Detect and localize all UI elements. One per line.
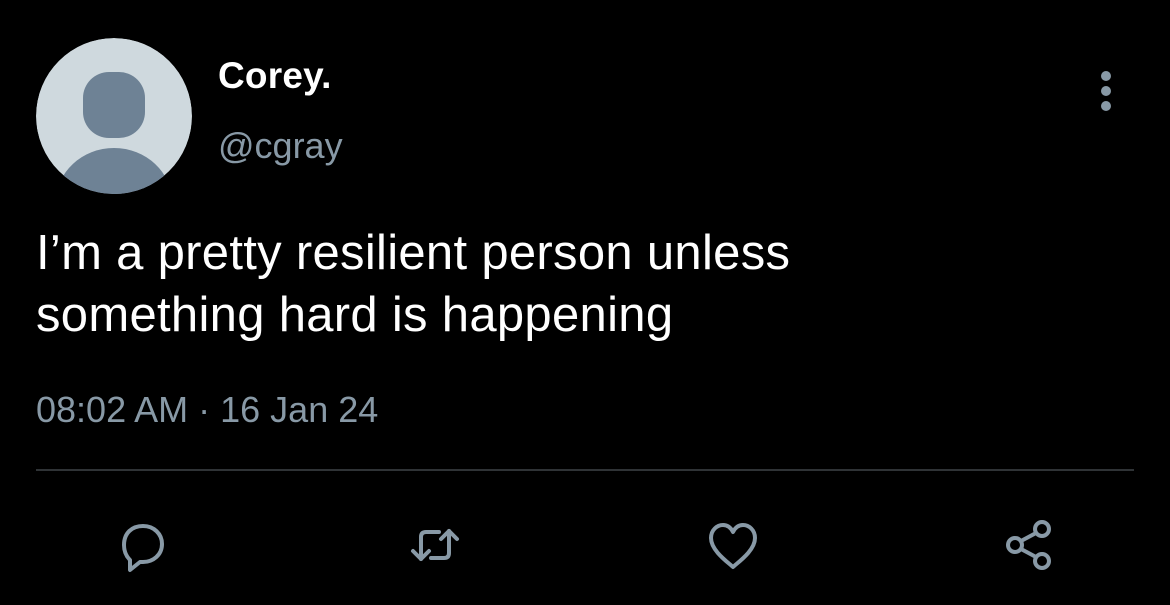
retweet-icon [411,529,459,561]
more-options-button[interactable] [1088,66,1124,116]
default-avatar-icon [36,38,192,194]
author-display-name[interactable]: Corey. [218,54,332,98]
like-button[interactable] [698,510,768,580]
action-bar [0,510,1170,580]
retweet-button[interactable] [400,510,470,580]
tweet-time: 08:02 AM [36,389,189,430]
tweet-card: Corey. @cgray I’m a pretty resilient per… [0,0,1170,605]
tweet-text-line: something hard is happening [36,288,674,342]
author-handle[interactable]: @cgray [218,124,343,168]
reply-button[interactable] [107,510,177,580]
share-button[interactable] [994,510,1064,580]
tweet-date: 16 Jan 24 [220,389,379,430]
share-icon [1006,520,1051,570]
meta-separator: · [198,389,211,430]
tweet-text-line: I’m a pretty resilient person unless [36,226,791,280]
tweet-timestamp[interactable]: 08:02 AM · 16 Jan 24 [36,388,378,432]
like-icon [709,523,757,569]
divider [36,469,1134,471]
more-vertical-icon [1101,71,1111,111]
reply-icon [122,524,164,572]
tweet-text: I’m a pretty resilient person unless som… [36,222,1126,346]
avatar[interactable] [36,38,192,194]
